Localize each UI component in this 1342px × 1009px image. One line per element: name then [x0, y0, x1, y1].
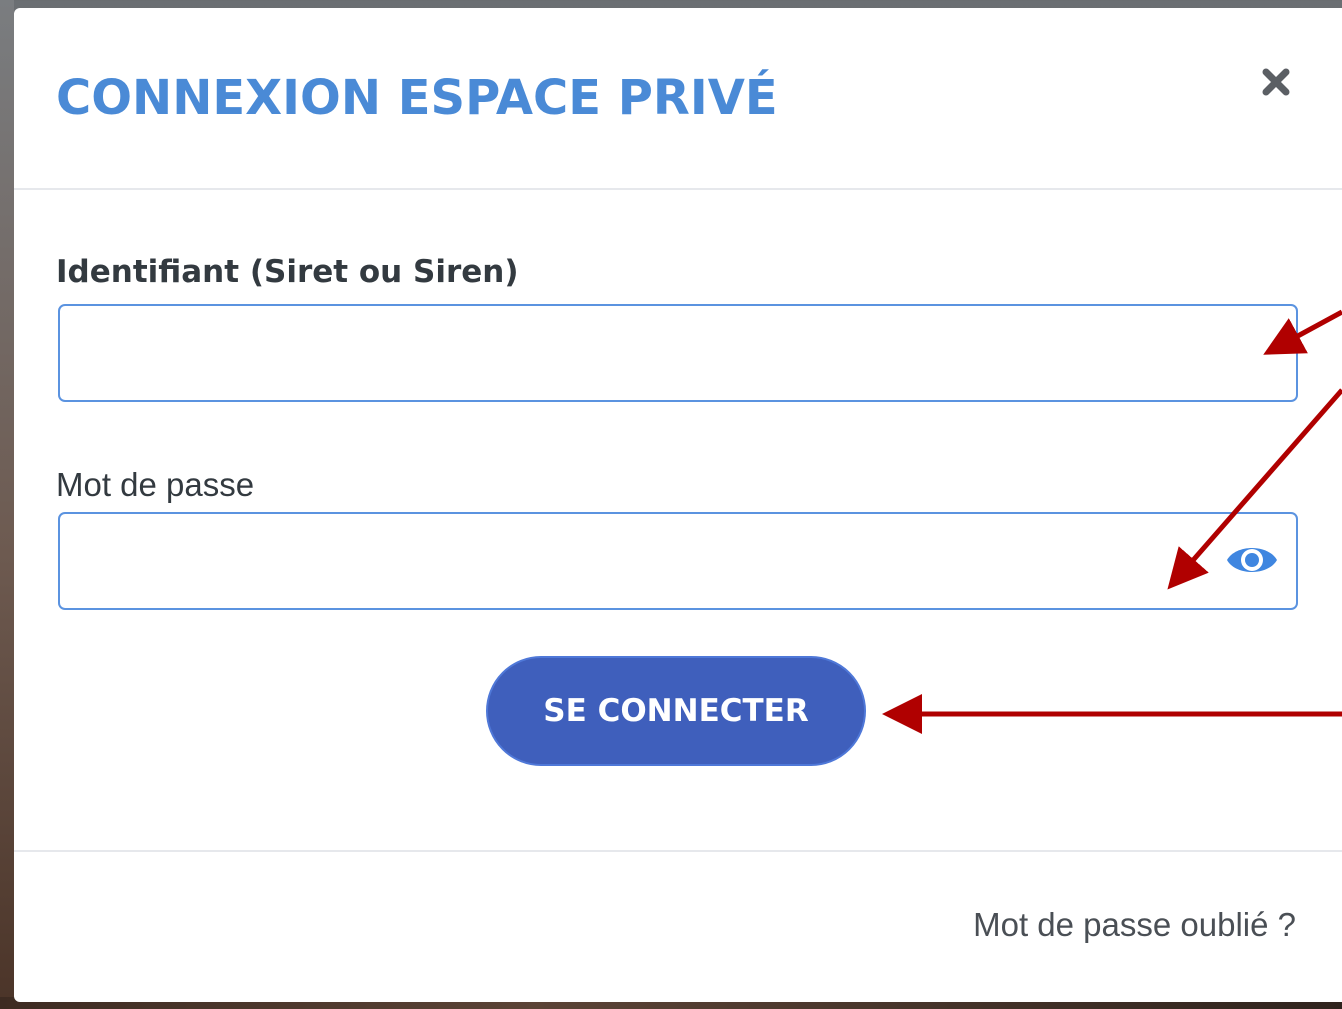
- password-input[interactable]: [58, 512, 1298, 610]
- login-modal: CONNEXION ESPACE PRIVÉ Identifiant (Sire…: [14, 8, 1342, 1002]
- modal-body: Identifiant (Siret ou Siren) Mot de pass…: [14, 190, 1342, 850]
- toggle-password-visibility-button[interactable]: [1224, 538, 1280, 582]
- close-button[interactable]: [1258, 64, 1294, 100]
- login-submit-button[interactable]: SE CONNECTER: [486, 656, 866, 766]
- modal-footer: Mot de passe oublié ?: [14, 850, 1342, 1002]
- identifier-input[interactable]: [58, 304, 1298, 402]
- password-label: Mot de passe: [56, 466, 255, 503]
- eye-icon: [1227, 548, 1277, 572]
- forgot-password-link[interactable]: Mot de passe oublié ?: [973, 906, 1296, 944]
- modal-header: CONNEXION ESPACE PRIVÉ: [14, 8, 1342, 190]
- close-icon: [1262, 68, 1290, 96]
- modal-title: CONNEXION ESPACE PRIVÉ: [56, 70, 778, 126]
- identifier-label: Identifiant (Siret ou Siren): [56, 254, 519, 290]
- page-backdrop: [0, 0, 14, 1009]
